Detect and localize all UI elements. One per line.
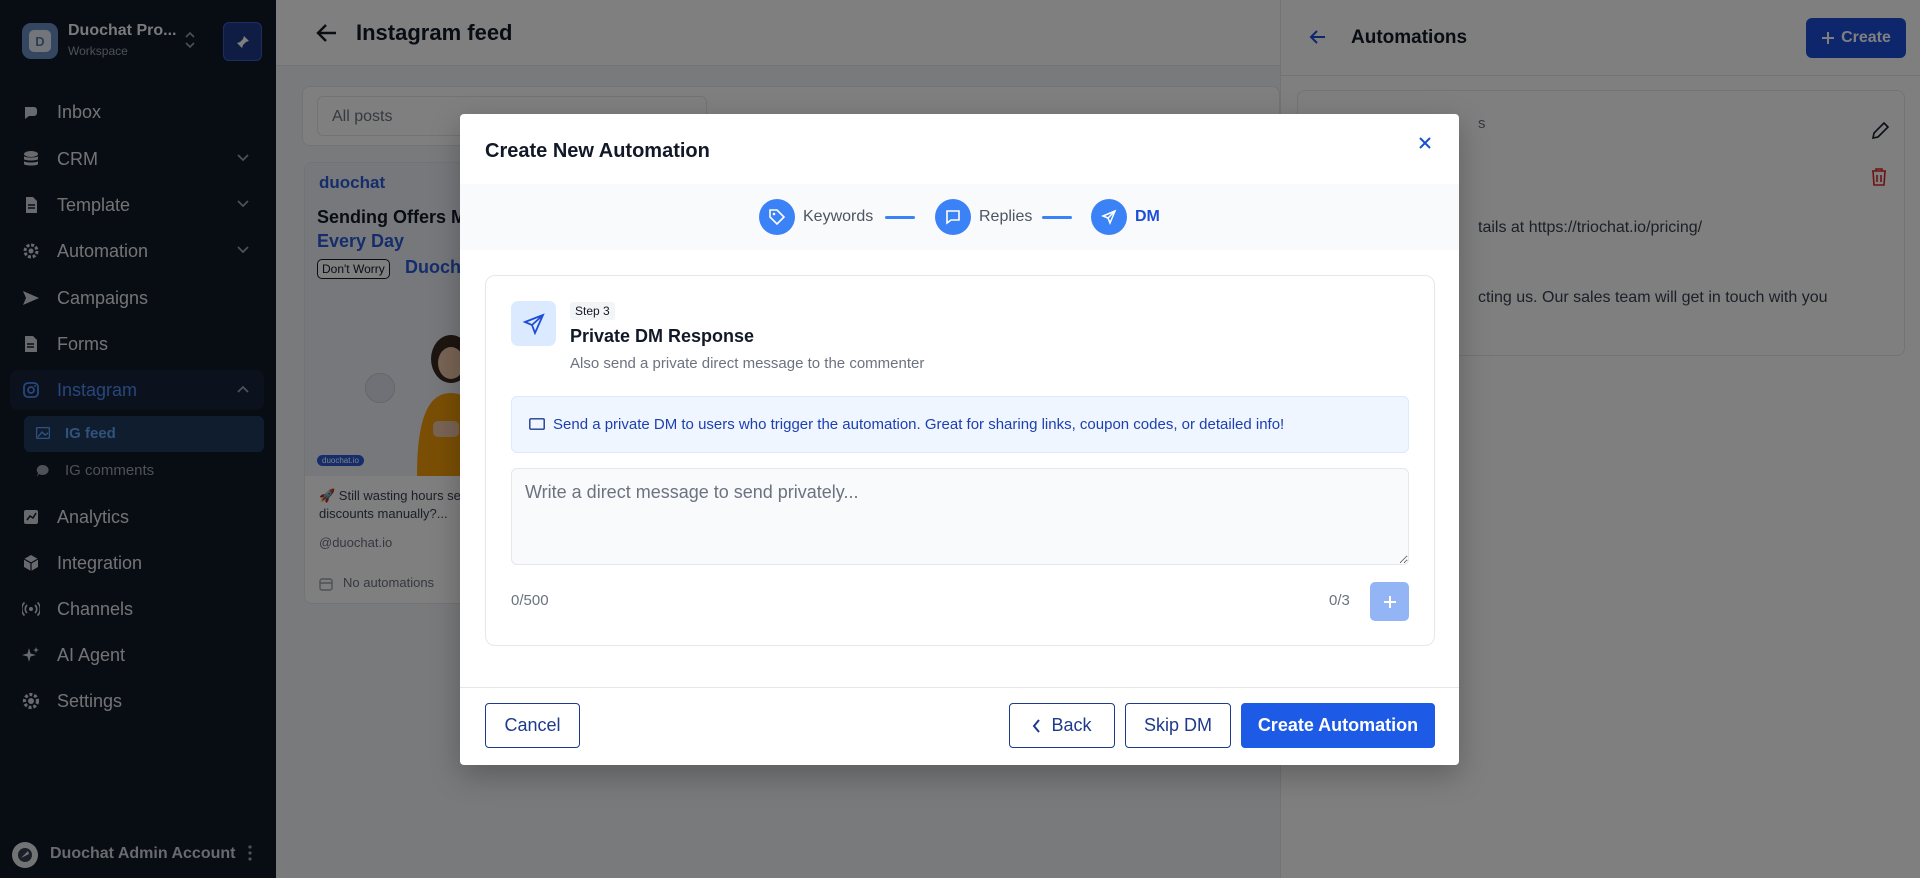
plus-icon xyxy=(1383,595,1396,608)
chevron-left-icon xyxy=(1033,718,1041,733)
dm-step-card: Step 3 Private DM Response Also send a p… xyxy=(485,275,1435,646)
step-subtitle: Also send a private direct message to th… xyxy=(570,355,925,372)
info-text: Send a private DM to users who trigger t… xyxy=(553,416,1285,433)
back-button[interactable]: Back xyxy=(1009,703,1115,748)
step-dm[interactable] xyxy=(1091,199,1127,235)
create-automation-submit-button[interactable]: Create Automation xyxy=(1241,703,1435,748)
modal-title: Create New Automation xyxy=(485,140,710,162)
step-title: Private DM Response xyxy=(570,326,755,346)
step-keywords[interactable] xyxy=(759,199,795,235)
create-automation-modal: Create New Automation Keywords Replies D… xyxy=(460,114,1459,765)
mail-icon xyxy=(529,418,545,430)
skip-dm-button[interactable]: Skip DM xyxy=(1125,703,1231,748)
send-icon xyxy=(1101,209,1117,225)
modal-footer: Cancel Back Skip DM Create Automation xyxy=(460,687,1459,765)
send-icon xyxy=(511,301,556,346)
cancel-button[interactable]: Cancel xyxy=(485,703,580,748)
step-label: DM xyxy=(1135,208,1160,225)
step-label: Replies xyxy=(979,208,1033,225)
tag-icon xyxy=(769,209,786,226)
close-icon[interactable] xyxy=(1418,136,1432,150)
back-label: Back xyxy=(1051,715,1092,735)
step-label: Keywords xyxy=(803,208,874,225)
dm-message-input[interactable] xyxy=(511,468,1409,565)
char-count: 0/500 xyxy=(511,592,549,609)
message-count: 0/3 xyxy=(1329,592,1350,609)
message-icon xyxy=(946,210,960,225)
step-connector xyxy=(885,216,915,219)
step-replies[interactable] xyxy=(935,199,971,235)
info-banner: Send a private DM to users who trigger t… xyxy=(511,396,1409,453)
add-message-button[interactable] xyxy=(1370,582,1409,621)
step-badge: Step 3 xyxy=(570,302,615,320)
stepper: Keywords Replies DM xyxy=(460,184,1459,250)
step-connector xyxy=(1042,216,1072,219)
